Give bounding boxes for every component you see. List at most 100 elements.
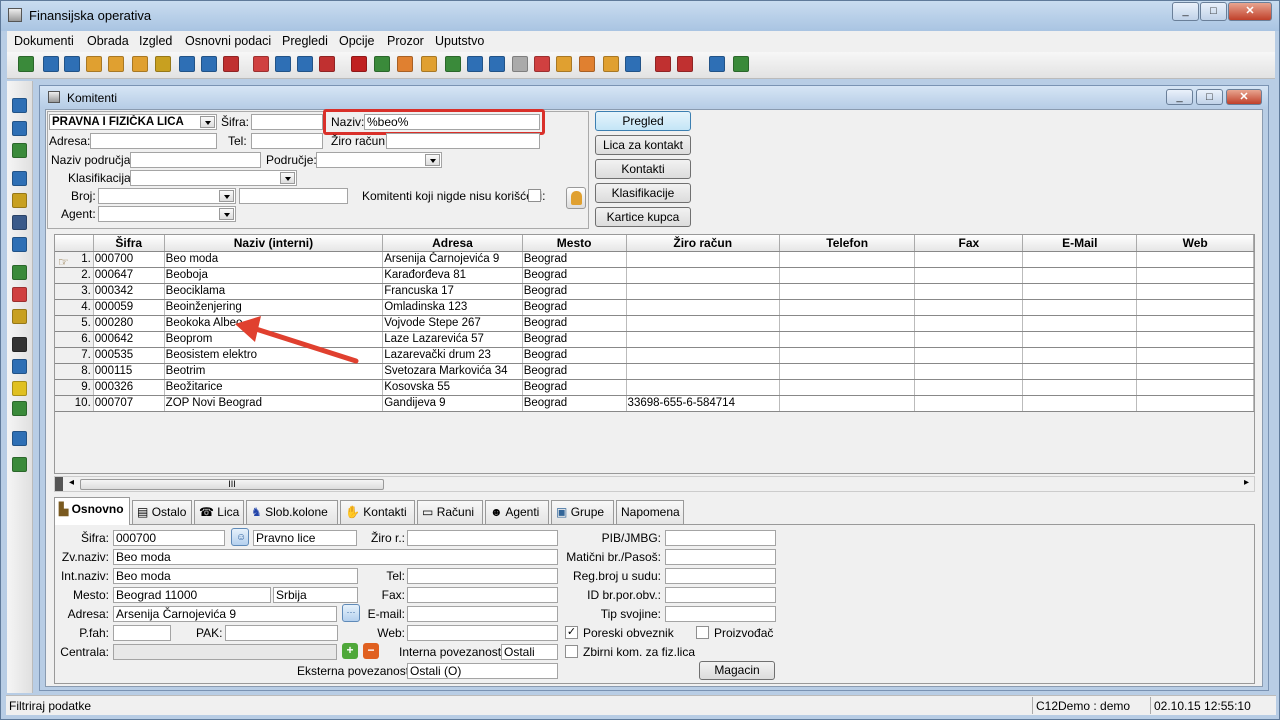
table-cell[interactable]: [1136, 283, 1254, 300]
pib-field[interactable]: [665, 530, 776, 546]
table-cell[interactable]: Laze Lazarevića 57: [382, 331, 523, 348]
table-cell[interactable]: 000326: [93, 379, 165, 396]
column-header[interactable]: Mesto: [522, 235, 627, 252]
table-cell[interactable]: 000707: [93, 395, 165, 412]
table-cell[interactable]: Beograd: [522, 267, 627, 284]
person-card-button[interactable]: ☺: [231, 528, 249, 546]
table-cell[interactable]: [779, 283, 916, 300]
table-cell[interactable]: [1022, 251, 1138, 268]
idbr-field[interactable]: [665, 587, 776, 603]
table-cell[interactable]: Arsenija Čarnojevića 9: [382, 251, 523, 268]
table-cell[interactable]: [1022, 299, 1138, 316]
table-cell[interactable]: Omladinska 123: [382, 299, 523, 316]
table-cell[interactable]: Beograd: [522, 315, 627, 332]
table-cell[interactable]: Karađorđeva 81: [382, 267, 523, 284]
centrala-field[interactable]: [113, 644, 337, 660]
table-cell[interactable]: Beograd: [522, 347, 627, 364]
toolbar-button-icon[interactable]: [64, 56, 80, 72]
table-cell[interactable]: ZOP Novi Beograd: [164, 395, 384, 412]
menu-prozor[interactable]: Prozor: [387, 34, 424, 48]
pregled-button[interactable]: Pregled: [595, 111, 691, 131]
table-cell[interactable]: Beograd: [522, 251, 627, 268]
broj-input[interactable]: [239, 188, 348, 204]
toolbar-button-icon[interactable]: [297, 56, 313, 72]
table-cell[interactable]: [1136, 251, 1254, 268]
toolbar-button-icon[interactable]: [223, 56, 239, 72]
kartice-kupca-button[interactable]: Kartice kupca: [595, 207, 691, 227]
unused-komitenti-checkbox[interactable]: [528, 189, 541, 202]
table-cell[interactable]: 33698-655-6-584714: [626, 395, 780, 412]
naziv-podrucja-input[interactable]: [130, 152, 261, 168]
toolbar-button-icon[interactable]: [579, 56, 595, 72]
toolbar-button-icon[interactable]: [201, 56, 217, 72]
user-search-button[interactable]: [566, 187, 586, 209]
menu-izgled[interactable]: Izgled: [139, 34, 172, 48]
zvnaziv-field[interactable]: Beo moda: [113, 549, 558, 565]
child-minimize-button[interactable]: _: [1166, 89, 1193, 105]
table-cell[interactable]: [1136, 331, 1254, 348]
pfah-field[interactable]: [113, 625, 171, 641]
table-row[interactable]: 3. 000342 Beociklama Francuska 17 Beograd: [55, 283, 1254, 300]
toolbar-button-icon[interactable]: [556, 56, 572, 72]
toolbar-button-icon[interactable]: [275, 56, 291, 72]
table-cell[interactable]: [1136, 363, 1254, 380]
table-cell[interactable]: 000535: [93, 347, 165, 364]
table-cell[interactable]: [626, 267, 780, 284]
tab-slob-kolone[interactable]: ♞ Slob.kolone: [246, 500, 338, 524]
klasifikacija-select[interactable]: [130, 170, 297, 186]
side-toolbar-icon[interactable]: [12, 143, 27, 158]
grid-horizontal-scrollbar[interactable]: ◂ III ▸: [54, 476, 1255, 492]
table-cell[interactable]: 000342: [93, 283, 165, 300]
type-select[interactable]: PRAVNA I FIZIČKA LICA: [49, 114, 217, 130]
ziro-filter-input[interactable]: [386, 133, 540, 149]
toolbar-button-icon[interactable]: [86, 56, 102, 72]
side-toolbar-icon[interactable]: [12, 309, 27, 324]
interna-field[interactable]: Ostali: [501, 644, 558, 660]
tab-osnovno[interactable]: ▙ Osnovno: [54, 497, 130, 525]
vrsta-lica-field[interactable]: Pravno lice: [253, 530, 357, 546]
chevron-down-icon[interactable]: [280, 172, 295, 184]
table-row[interactable]: 9. 000326 Beožitarice Kosovska 55 Beograd: [55, 379, 1254, 396]
menu-uputstvo[interactable]: Uputstvo: [435, 34, 484, 48]
tab-ostalo[interactable]: ▤ Ostalo: [132, 500, 192, 524]
regbroj-field[interactable]: [665, 568, 776, 584]
table-row[interactable]: 10. 000707 ZOP Novi Beograd Gandijeva 9 Beog…: [55, 395, 1254, 412]
table-cell[interactable]: [1022, 315, 1138, 332]
table-cell[interactable]: [914, 267, 1024, 284]
side-toolbar-icon[interactable]: [12, 215, 27, 230]
remove-icon[interactable]: −: [363, 643, 379, 659]
table-cell[interactable]: [626, 363, 780, 380]
scroll-left-arrow-icon[interactable]: ◂: [69, 477, 74, 488]
column-header[interactable]: Šifra: [93, 235, 165, 252]
side-toolbar-icon[interactable]: [12, 171, 27, 186]
toolbar-button-icon[interactable]: [397, 56, 413, 72]
table-cell[interactable]: Beograd: [522, 363, 627, 380]
toolbar-button-icon[interactable]: [534, 56, 550, 72]
magacin-button[interactable]: Magacin: [699, 661, 775, 680]
intnaziv-field[interactable]: Beo moda: [113, 568, 358, 584]
table-cell[interactable]: Francuska 17: [382, 283, 523, 300]
broj-select[interactable]: [98, 188, 236, 204]
table-cell[interactable]: Beociklama: [164, 283, 384, 300]
lica-za-kontakt-button[interactable]: Lica za kontakt: [595, 135, 691, 155]
side-toolbar-icon[interactable]: [12, 98, 27, 113]
toolbar-button-icon[interactable]: [677, 56, 693, 72]
table-cell[interactable]: 000647: [93, 267, 165, 284]
drzava-field[interactable]: Srbija: [273, 587, 358, 603]
table-cell[interactable]: [1136, 267, 1254, 284]
table-cell[interactable]: [626, 315, 780, 332]
table-cell[interactable]: [779, 331, 916, 348]
table-cell[interactable]: [914, 283, 1024, 300]
sifra-filter-input[interactable]: [251, 114, 323, 130]
toolbar-button-icon[interactable]: [108, 56, 124, 72]
tab-grupe[interactable]: ▣ Grupe: [551, 500, 614, 524]
table-cell[interactable]: Gandijeva 9: [382, 395, 523, 412]
table-cell[interactable]: [914, 395, 1024, 412]
toolbar-button-icon[interactable]: [18, 56, 34, 72]
table-cell[interactable]: [914, 347, 1024, 364]
side-toolbar-icon[interactable]: [12, 287, 27, 302]
table-cell[interactable]: [1136, 315, 1254, 332]
toolbar-button-icon[interactable]: [253, 56, 269, 72]
toolbar-button-icon[interactable]: [603, 56, 619, 72]
table-cell[interactable]: [626, 347, 780, 364]
